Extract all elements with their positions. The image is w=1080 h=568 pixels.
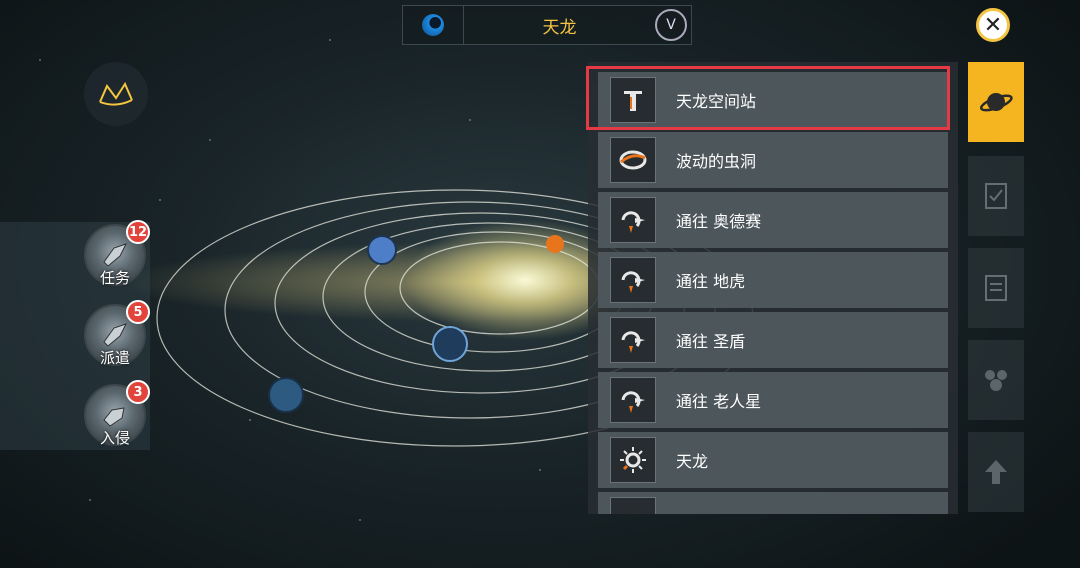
planet	[367, 235, 397, 265]
constellation-icon	[99, 81, 133, 106]
system-selector[interactable]: 天龙 V	[402, 5, 692, 45]
system-planet-icon	[403, 6, 464, 44]
tab-fleet[interactable]	[968, 340, 1024, 420]
tab-planet[interactable]	[968, 62, 1024, 142]
ship-icon	[103, 243, 127, 267]
mission-label: 入侵	[99, 429, 130, 447]
mission-button-dispatch[interactable]: 5 派遣	[84, 300, 150, 367]
mission-label: 任务	[99, 269, 130, 287]
mission-label: 派遣	[99, 349, 130, 367]
close-icon: ✕	[983, 12, 1003, 38]
ship-icon	[103, 323, 127, 347]
tab-upgrade[interactable]	[968, 432, 1024, 512]
constellation-map-button[interactable]	[84, 62, 148, 126]
mission-button-tasks[interactable]: 12 任务	[84, 220, 150, 287]
wormhole-icon	[610, 137, 656, 183]
notification-badge: 12	[126, 220, 150, 244]
list-item-star[interactable]: 天龙	[598, 432, 948, 488]
list-item-label: 天龙	[676, 452, 709, 471]
checklist-icon	[985, 183, 1007, 209]
notification-badge: 5	[126, 300, 150, 324]
fleet-icon	[985, 370, 1007, 391]
list-item-gate-shengdun[interactable]: 通往 圣盾	[598, 312, 948, 368]
list-item-label: 波动的虫洞	[676, 152, 757, 171]
list-item-gate-canopus[interactable]: 通往 老人星	[598, 372, 948, 428]
list-item-gate-ditu[interactable]: 通往 地虎	[598, 252, 948, 308]
document-icon	[985, 275, 1007, 301]
tab-document[interactable]	[968, 248, 1024, 328]
list-item-icon	[610, 497, 656, 514]
planet-icon	[979, 93, 1013, 112]
jump-gate-icon	[610, 257, 656, 303]
jump-gate-icon	[610, 197, 656, 243]
system-title: 天龙	[542, 17, 577, 38]
tab-checklist[interactable]	[968, 156, 1024, 236]
list-item-wormhole[interactable]: 波动的虫洞	[598, 132, 948, 188]
ship-icon	[103, 407, 125, 427]
mission-button-invasion[interactable]: 3 入侵	[84, 380, 150, 447]
list-item-label: 通往 奥德赛	[676, 212, 762, 231]
upgrade-icon	[985, 460, 1007, 484]
close-button[interactable]: ✕	[976, 8, 1010, 42]
selection-highlight	[586, 66, 950, 130]
jump-gate-icon	[610, 317, 656, 363]
list-item-label: 通往 老人星	[676, 392, 762, 411]
planet	[546, 235, 564, 253]
list-item-label: 通往 地虎	[676, 272, 746, 291]
planet	[268, 377, 304, 413]
jump-gate-icon	[610, 377, 656, 423]
planet	[432, 326, 468, 362]
list-item-label: 通往 圣盾	[676, 332, 746, 351]
list-item-partial[interactable]	[598, 492, 948, 514]
dropdown-chevron-icon[interactable]: V	[655, 9, 687, 41]
star-icon	[610, 437, 656, 483]
list-item-gate-odyssey[interactable]: 通往 奥德赛	[598, 192, 948, 248]
notification-badge: 3	[126, 380, 150, 404]
